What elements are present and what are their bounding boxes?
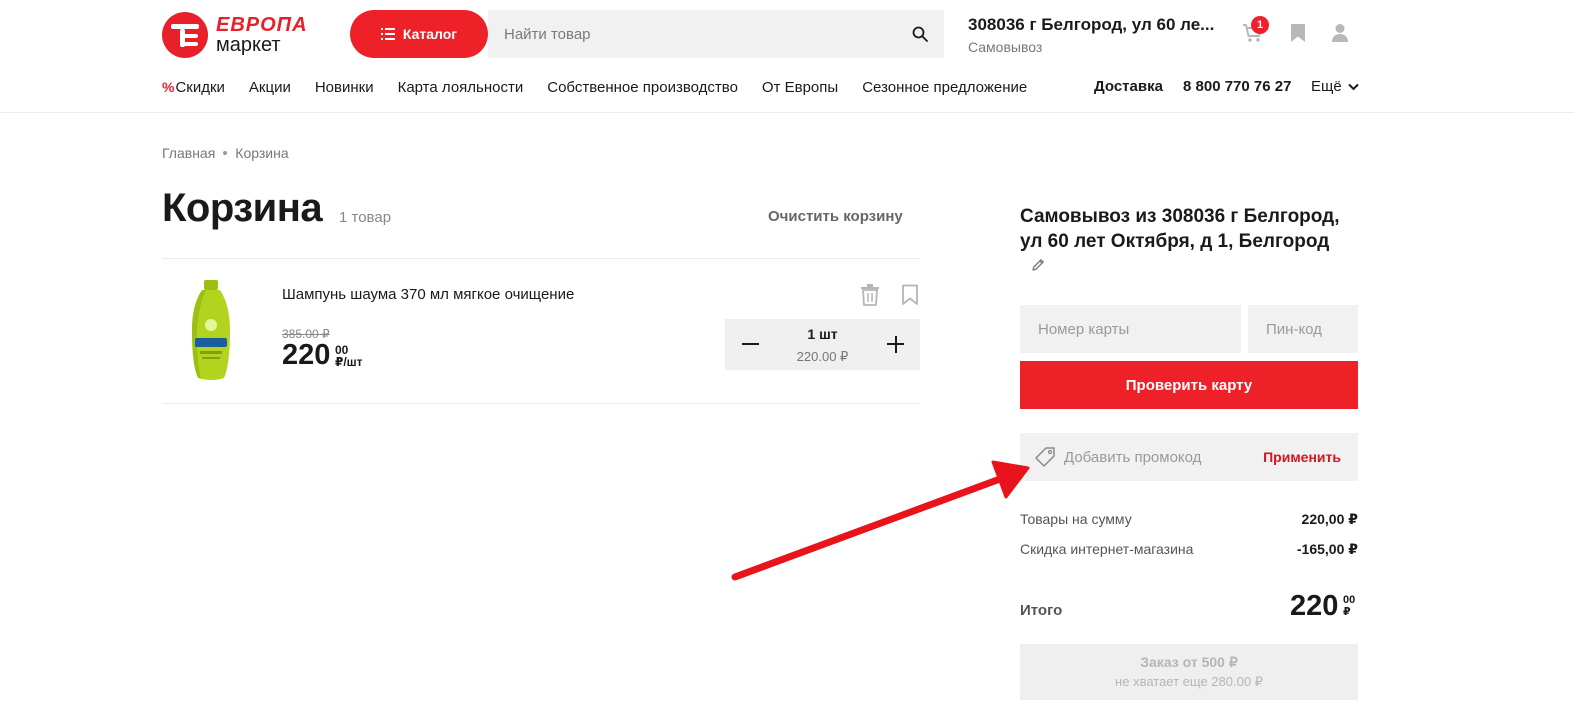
edit-pencil-icon[interactable] <box>1031 258 1045 272</box>
nav-item-seasonal[interactable]: Сезонное предложение <box>862 79 1027 96</box>
cart-top-divider <box>162 258 920 259</box>
promo-code-input[interactable] <box>1064 433 1254 481</box>
loyalty-card-number-input[interactable] <box>1020 305 1241 353</box>
nav-more-menu[interactable]: Ещё <box>1311 78 1359 95</box>
quantity-stepper: 1 шт 220.00 ₽ <box>725 319 920 370</box>
nav-item-discounts[interactable]: Скидки <box>175 79 224 96</box>
line-total: 220.00 ₽ <box>796 349 849 364</box>
summary-goods-label: Товары на сумму <box>1020 511 1132 527</box>
product-image[interactable] <box>188 280 234 382</box>
chevron-down-icon <box>1348 83 1359 91</box>
nav-item-new[interactable]: Новинки <box>315 79 374 96</box>
product-name[interactable]: Шампунь шаума 370 мл мягкое очищение <box>282 286 574 303</box>
delivery-address[interactable]: 308036 г Белгород, ул 60 ле... <box>968 15 1214 35</box>
breadcrumb: Главная Корзина <box>162 145 289 161</box>
breadcrumb-home[interactable]: Главная <box>162 145 215 161</box>
decrease-quantity-button[interactable] <box>725 319 775 370</box>
logo[interactable]: ЕВРОПА маркет <box>162 12 322 58</box>
nav-item-from-europe[interactable]: От Европы <box>762 79 838 96</box>
cart-count-badge: 1 <box>1251 16 1269 34</box>
promo-code-field: Применить <box>1020 433 1358 481</box>
total-currency: ₽ <box>1343 606 1351 618</box>
page-title: Корзина <box>162 186 323 230</box>
cart-bottom-divider <box>162 403 920 404</box>
search-input[interactable] <box>488 10 888 58</box>
nav-phone[interactable]: 8 800 770 76 27 <box>1183 78 1291 95</box>
nav-item-promotions[interactable]: Акции <box>249 79 291 96</box>
search-bar <box>488 10 944 58</box>
place-order-button[interactable]: Заказ от 500 ₽ не хватает еще 280.00 ₽ <box>1020 644 1358 700</box>
bookmark-icon[interactable] <box>901 284 919 306</box>
catalog-button[interactable]: Каталог <box>350 10 488 58</box>
summary-discount-value: -165,00 ₽ <box>1296 541 1358 557</box>
cart-item-count: 1 товар <box>339 209 392 226</box>
list-icon <box>380 28 395 40</box>
increase-quantity-button[interactable] <box>870 319 920 370</box>
breadcrumb-current: Корзина <box>235 145 289 161</box>
pickup-address-title: Самовывоз из 308036 г Белгород, ул 60 ле… <box>1020 206 1340 252</box>
product-price-unit: ₽/шт <box>335 355 363 369</box>
order-min-label: Заказ от 500 ₽ <box>1140 654 1238 670</box>
nav-item-own-production[interactable]: Собственное производство <box>547 79 738 96</box>
apply-promo-button[interactable]: Применить <box>1263 449 1341 465</box>
clear-cart-button[interactable]: Очистить корзину <box>768 208 903 225</box>
order-missing-amount: не хватает еще 280.00 ₽ <box>1115 674 1263 689</box>
nav-more-label: Ещё <box>1311 78 1342 95</box>
quantity-value: 1 шт <box>807 326 838 342</box>
nav-item-loyalty-card[interactable]: Карта лояльности <box>398 79 524 96</box>
main-nav: % Скидки Акции Новинки Карта лояльности … <box>162 78 1027 96</box>
user-icon[interactable] <box>1329 22 1351 44</box>
favorites-bookmark-icon[interactable] <box>1287 22 1309 44</box>
search-icon[interactable] <box>912 26 928 42</box>
breadcrumb-separator <box>223 151 228 155</box>
pin-code-input[interactable] <box>1248 305 1358 353</box>
header-divider <box>0 112 1574 113</box>
minus-icon <box>742 343 759 345</box>
summary-discount-label: Скидка интернет-магазина <box>1020 541 1194 557</box>
catalog-button-label: Каталог <box>402 26 458 42</box>
total-value: 220 <box>1290 590 1339 622</box>
discount-percent-icon: % <box>162 79 175 95</box>
logo-text-bottom: маркет <box>216 34 281 56</box>
summary-goods-value: 220,00 ₽ <box>1301 511 1358 527</box>
logo-text-top: ЕВРОПА <box>216 14 308 36</box>
logo-mark-icon <box>162 12 208 58</box>
delete-trash-icon[interactable] <box>860 284 880 306</box>
delivery-method: Самовывоз <box>968 39 1043 55</box>
total-label: Итого <box>1020 602 1063 619</box>
tag-icon <box>1035 447 1055 467</box>
product-price: 220 <box>282 339 331 371</box>
nav-delivery-link[interactable]: Доставка <box>1094 78 1163 95</box>
check-card-button[interactable]: Проверить карту <box>1020 361 1358 409</box>
